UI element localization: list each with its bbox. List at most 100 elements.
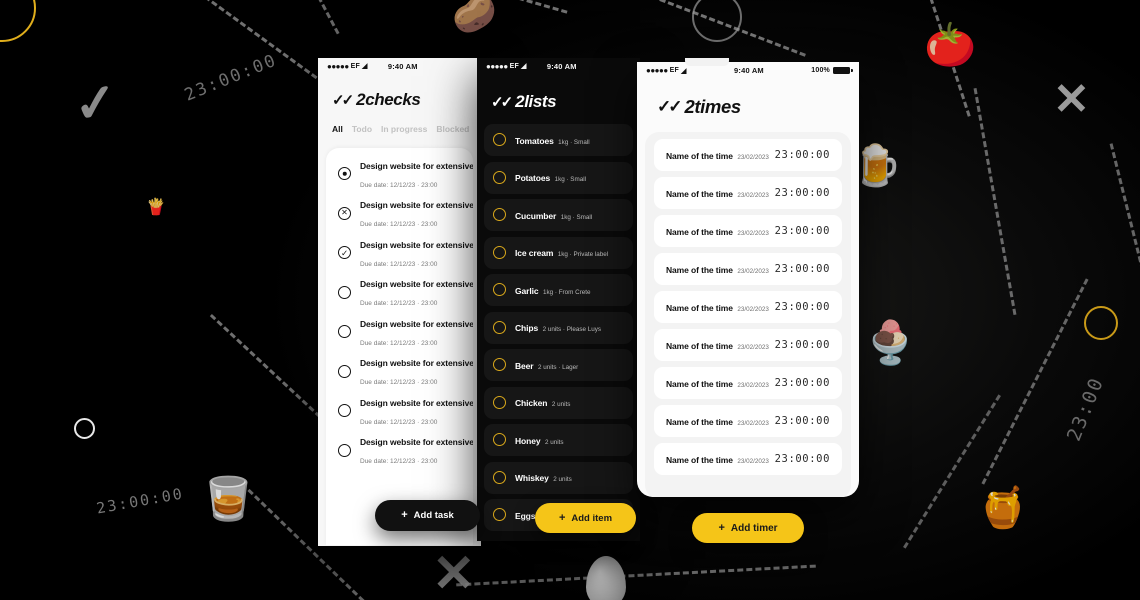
cross-glyph-bottom: ✕: [432, 545, 476, 600]
add-task-button[interactable]: + Add task: [375, 500, 480, 531]
task-status-empty-icon[interactable]: [338, 404, 351, 418]
task-row[interactable]: Design website for extensive Due date: 1…: [326, 312, 473, 352]
task-due-date: Due date: 12/12/23 · 23:00: [360, 339, 438, 347]
task-row[interactable]: Design website for extensive Due date: 1…: [326, 194, 473, 234]
dash-line-5: [915, 0, 971, 117]
timer-date: 23/02/2023: [737, 192, 769, 199]
status-time: 9:40 AM: [734, 66, 764, 75]
task-row[interactable]: Design website for extensive Due date: 1…: [326, 391, 473, 431]
timer-card[interactable]: Name of the time 23/02/2023 23:00:00: [654, 215, 842, 247]
timer-card[interactable]: Name of the time 23/02/2023 23:00:00: [654, 367, 842, 399]
check-circle-icon[interactable]: [493, 133, 506, 146]
task-row[interactable]: Design website for extensive Due date: 1…: [326, 273, 473, 313]
dash-line-3: [422, 0, 568, 14]
app-title: 2checks: [356, 90, 421, 109]
check-circle-icon[interactable]: [493, 470, 506, 484]
check-circle-icon[interactable]: [493, 245, 506, 259]
app-title: 2lists: [515, 92, 557, 111]
task-status-empty-icon[interactable]: [338, 285, 351, 299]
task-title: Design website for extensive: [360, 200, 473, 211]
dash-line-4: [618, 0, 806, 57]
check-circle-icon[interactable]: [493, 508, 506, 521]
app-brand-2checks: ✓✓ 2checks: [318, 74, 481, 110]
tab-blocked[interactable]: Blocked: [436, 124, 469, 134]
task-due-date: Due date: 12/12/23 · 23:00: [360, 260, 438, 268]
timer-card[interactable]: Name of the time 23/02/2023 23:00:00: [654, 443, 842, 475]
task-due-date: Due date: 12/12/23 · 23:00: [360, 300, 438, 308]
add-item-button[interactable]: + Add item: [535, 503, 636, 533]
timer-card[interactable]: Name of the time 23/02/2023 23:00:00: [654, 139, 842, 171]
timer-card[interactable]: Name of the time 23/02/2023 23:00:00: [654, 177, 842, 209]
shopping-list: Tomatoes 1kg · Small Potatoes 1kg · Smal…: [477, 112, 640, 531]
timer-date: 23/02/2023: [737, 306, 769, 313]
check-circle-icon[interactable]: [493, 170, 506, 184]
list-item[interactable]: Cucumber 1kg · Small: [484, 199, 633, 231]
task-status-cross-icon[interactable]: [338, 206, 351, 220]
add-timer-button[interactable]: + Add timer: [692, 513, 804, 543]
task-status-empty-icon[interactable]: [338, 443, 351, 457]
check-circle-icon[interactable]: [493, 208, 506, 221]
task-status-dot-icon[interactable]: [338, 167, 351, 181]
item-detail: 1kg · Small: [558, 138, 590, 146]
digital-time-right: 23:00: [1062, 373, 1109, 445]
dash-line-10: [456, 564, 816, 587]
check-circle-icon[interactable]: [493, 320, 506, 334]
egg-decoration: [586, 556, 626, 600]
task-due-date: Due date: 12/12/23 · 23:00: [360, 181, 438, 189]
list-item[interactable]: Whiskey 2 units: [484, 461, 633, 494]
tab-in-progress[interactable]: In progress: [381, 124, 427, 134]
item-name: Chicken: [515, 398, 548, 408]
status-bar-2times: ●●●●● EF ◢ 9:40 AM 100%: [637, 62, 859, 79]
timer-card[interactable]: Name of the time 23/02/2023 23:00:00: [654, 291, 842, 323]
double-check-icon: ✓✓: [491, 94, 513, 111]
item-detail: 1kg · Small: [554, 176, 587, 183]
item-name: Garlic: [515, 285, 539, 296]
double-check-icon: ✓✓: [657, 97, 682, 116]
task-row[interactable]: Design website for extensive Due date: 1…: [326, 154, 473, 194]
app-brand-2lists: ✓✓ 2lists: [477, 74, 640, 112]
timer-name: Name of the time: [666, 189, 733, 199]
task-status-check-icon[interactable]: [338, 246, 351, 260]
timer-card[interactable]: Name of the time 23/02/2023 23:00:00: [654, 405, 842, 437]
phone-screen-2times: ●●●●● EF ◢ 9:40 AM 100% ✓✓ 2times Name o…: [637, 62, 859, 497]
dash-line-1: [168, 0, 332, 90]
check-circle-icon[interactable]: [493, 283, 506, 296]
add-task-label: Add task: [413, 510, 454, 521]
add-item-label: Add item: [571, 512, 613, 524]
task-row[interactable]: Design website for extensive Due date: 1…: [326, 233, 473, 273]
tab-todo[interactable]: Todo: [352, 124, 372, 134]
timer-list: Name of the time 23/02/2023 23:00:00 Nam…: [645, 132, 851, 497]
timer-name: Name of the time: [666, 303, 733, 313]
item-detail: 2 units · Please Luys: [542, 326, 602, 333]
list-item[interactable]: Potatoes 1kg · Small: [484, 161, 633, 194]
task-title: Design website for extensive: [360, 239, 473, 250]
list-item[interactable]: Chips 2 units · Please Luys: [484, 311, 633, 344]
timer-clock: 23:00:00: [774, 263, 830, 275]
check-circle-icon[interactable]: [493, 395, 506, 409]
cross-glyph-right: ✕: [1053, 75, 1090, 124]
timer-card[interactable]: Name of the time 23/02/2023 23:00:00: [654, 253, 842, 285]
task-row[interactable]: Design website for extensive Due date: 1…: [326, 431, 473, 471]
tab-all[interactable]: All: [332, 124, 343, 134]
digital-time-top-left: 23:00:00: [181, 50, 281, 106]
item-detail: 1kg · From Crete: [542, 288, 591, 296]
list-item[interactable]: Chicken 2 units: [484, 386, 633, 419]
task-title: Design website for extensive: [360, 437, 473, 448]
dash-line-6: [973, 87, 1017, 316]
task-status-empty-icon[interactable]: [338, 364, 351, 378]
task-title: Design website for extensive: [360, 358, 473, 369]
check-circle-icon[interactable]: [493, 433, 506, 446]
timer-clock: 23:00:00: [774, 415, 830, 427]
task-row[interactable]: Design website for extensive Due date: 1…: [326, 352, 473, 392]
signal-dots-icon: ●●●●●: [327, 61, 349, 71]
list-item[interactable]: Honey 2 units: [484, 424, 633, 456]
check-circle-icon[interactable]: [493, 358, 506, 371]
list-item[interactable]: Tomatoes 1kg · Small: [484, 124, 633, 156]
item-name: Eggs: [515, 510, 536, 521]
status-bar-2checks: ●●●●● EF ◢ 9:40 AM: [318, 58, 481, 74]
list-item[interactable]: Ice cream 1kg · Private label: [484, 236, 633, 269]
timer-card[interactable]: Name of the time 23/02/2023 23:00:00: [654, 329, 842, 361]
list-item[interactable]: Garlic 1kg · From Crete: [484, 274, 633, 306]
list-item[interactable]: Beer 2 units · Lager: [484, 349, 633, 381]
task-status-empty-icon[interactable]: [338, 325, 351, 339]
